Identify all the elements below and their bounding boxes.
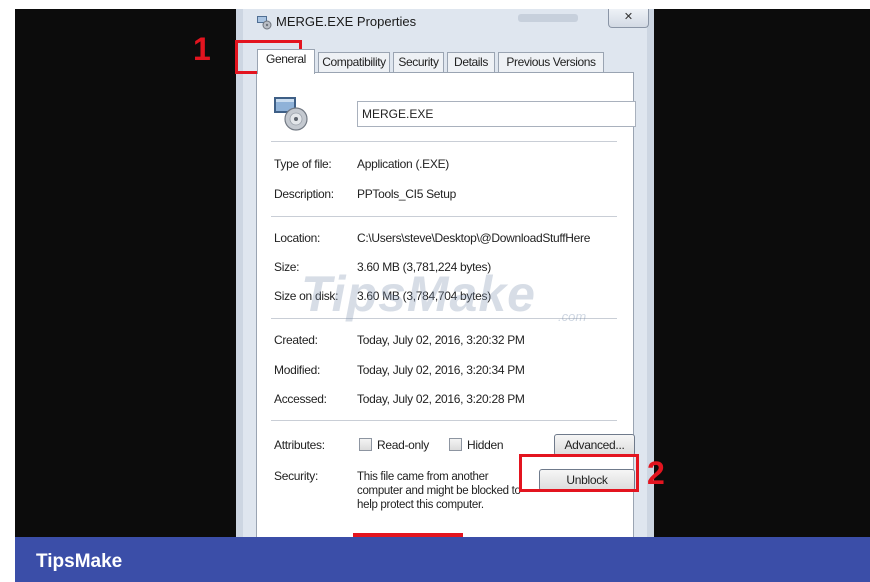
- created-value: Today, July 02, 2016, 3:20:32 PM: [357, 333, 525, 347]
- step1-number: 1: [193, 31, 211, 67]
- watermark-domain: .com: [558, 309, 587, 324]
- hidden-label[interactable]: Hidden: [467, 438, 504, 452]
- advanced-button[interactable]: Advanced...: [554, 434, 635, 456]
- location-label: Location:: [274, 231, 321, 245]
- readonly-label[interactable]: Read-only: [377, 438, 429, 452]
- security-message-line: This file came from another: [357, 471, 489, 483]
- exe-disc-icon: [274, 97, 308, 131]
- video-frame: MERGE.EXE Properties ✕ General Compatibi…: [15, 9, 870, 537]
- created-label: Created:: [274, 333, 318, 347]
- divider: [271, 216, 617, 217]
- divider: [271, 141, 617, 142]
- modified-label: Modified:: [274, 363, 320, 377]
- tab-previous-versions[interactable]: Previous Versions: [498, 52, 604, 72]
- close-button[interactable]: ✕: [608, 9, 649, 28]
- security-message-line: computer and might be blocked to: [357, 485, 521, 497]
- title-bar-blur: [518, 14, 578, 22]
- readonly-checkbox[interactable]: [359, 438, 372, 451]
- location-value: C:\Users\steve\Desktop\@DownloadStuffHer…: [357, 231, 591, 245]
- type-value: Application (.EXE): [357, 157, 449, 171]
- accessed-label: Accessed:: [274, 392, 327, 406]
- security-message: This file came from another computer and…: [357, 470, 537, 512]
- modified-value: Today, July 02, 2016, 3:20:34 PM: [357, 363, 525, 377]
- attributes-label: Attributes:: [274, 438, 325, 452]
- file-name-field[interactable]: MERGE.EXE: [357, 101, 636, 127]
- tab-general[interactable]: General: [257, 49, 315, 74]
- title-bar[interactable]: MERGE.EXE Properties ✕: [236, 9, 654, 39]
- footer-bar: TipsMake: [15, 537, 870, 582]
- tab-security[interactable]: Security: [393, 52, 444, 72]
- app-icon: [257, 16, 272, 30]
- tab-strip: General Compatibility Security Details P…: [236, 49, 654, 74]
- watermark: TipsMake: [301, 266, 536, 322]
- tab-details[interactable]: Details: [447, 52, 495, 72]
- step2-number: 2: [647, 455, 665, 491]
- step2-highlight: [519, 454, 639, 492]
- tab-compatibility[interactable]: Compatibility: [318, 52, 390, 72]
- description-value: PPTools_CI5 Setup: [357, 187, 456, 201]
- description-label: Description:: [274, 187, 334, 201]
- security-message-line: help protect this computer.: [357, 499, 484, 511]
- dialog-border-left: [236, 9, 243, 537]
- type-label: Type of file:: [274, 157, 332, 171]
- divider: [271, 420, 617, 421]
- size-label: Size:: [274, 260, 300, 274]
- security-label: Security:: [274, 469, 318, 483]
- footer-brand: TipsMake: [36, 551, 123, 572]
- accessed-value: Today, July 02, 2016, 3:20:28 PM: [357, 392, 525, 406]
- hidden-checkbox[interactable]: [449, 438, 462, 451]
- window-title: MERGE.EXE Properties: [276, 14, 417, 29]
